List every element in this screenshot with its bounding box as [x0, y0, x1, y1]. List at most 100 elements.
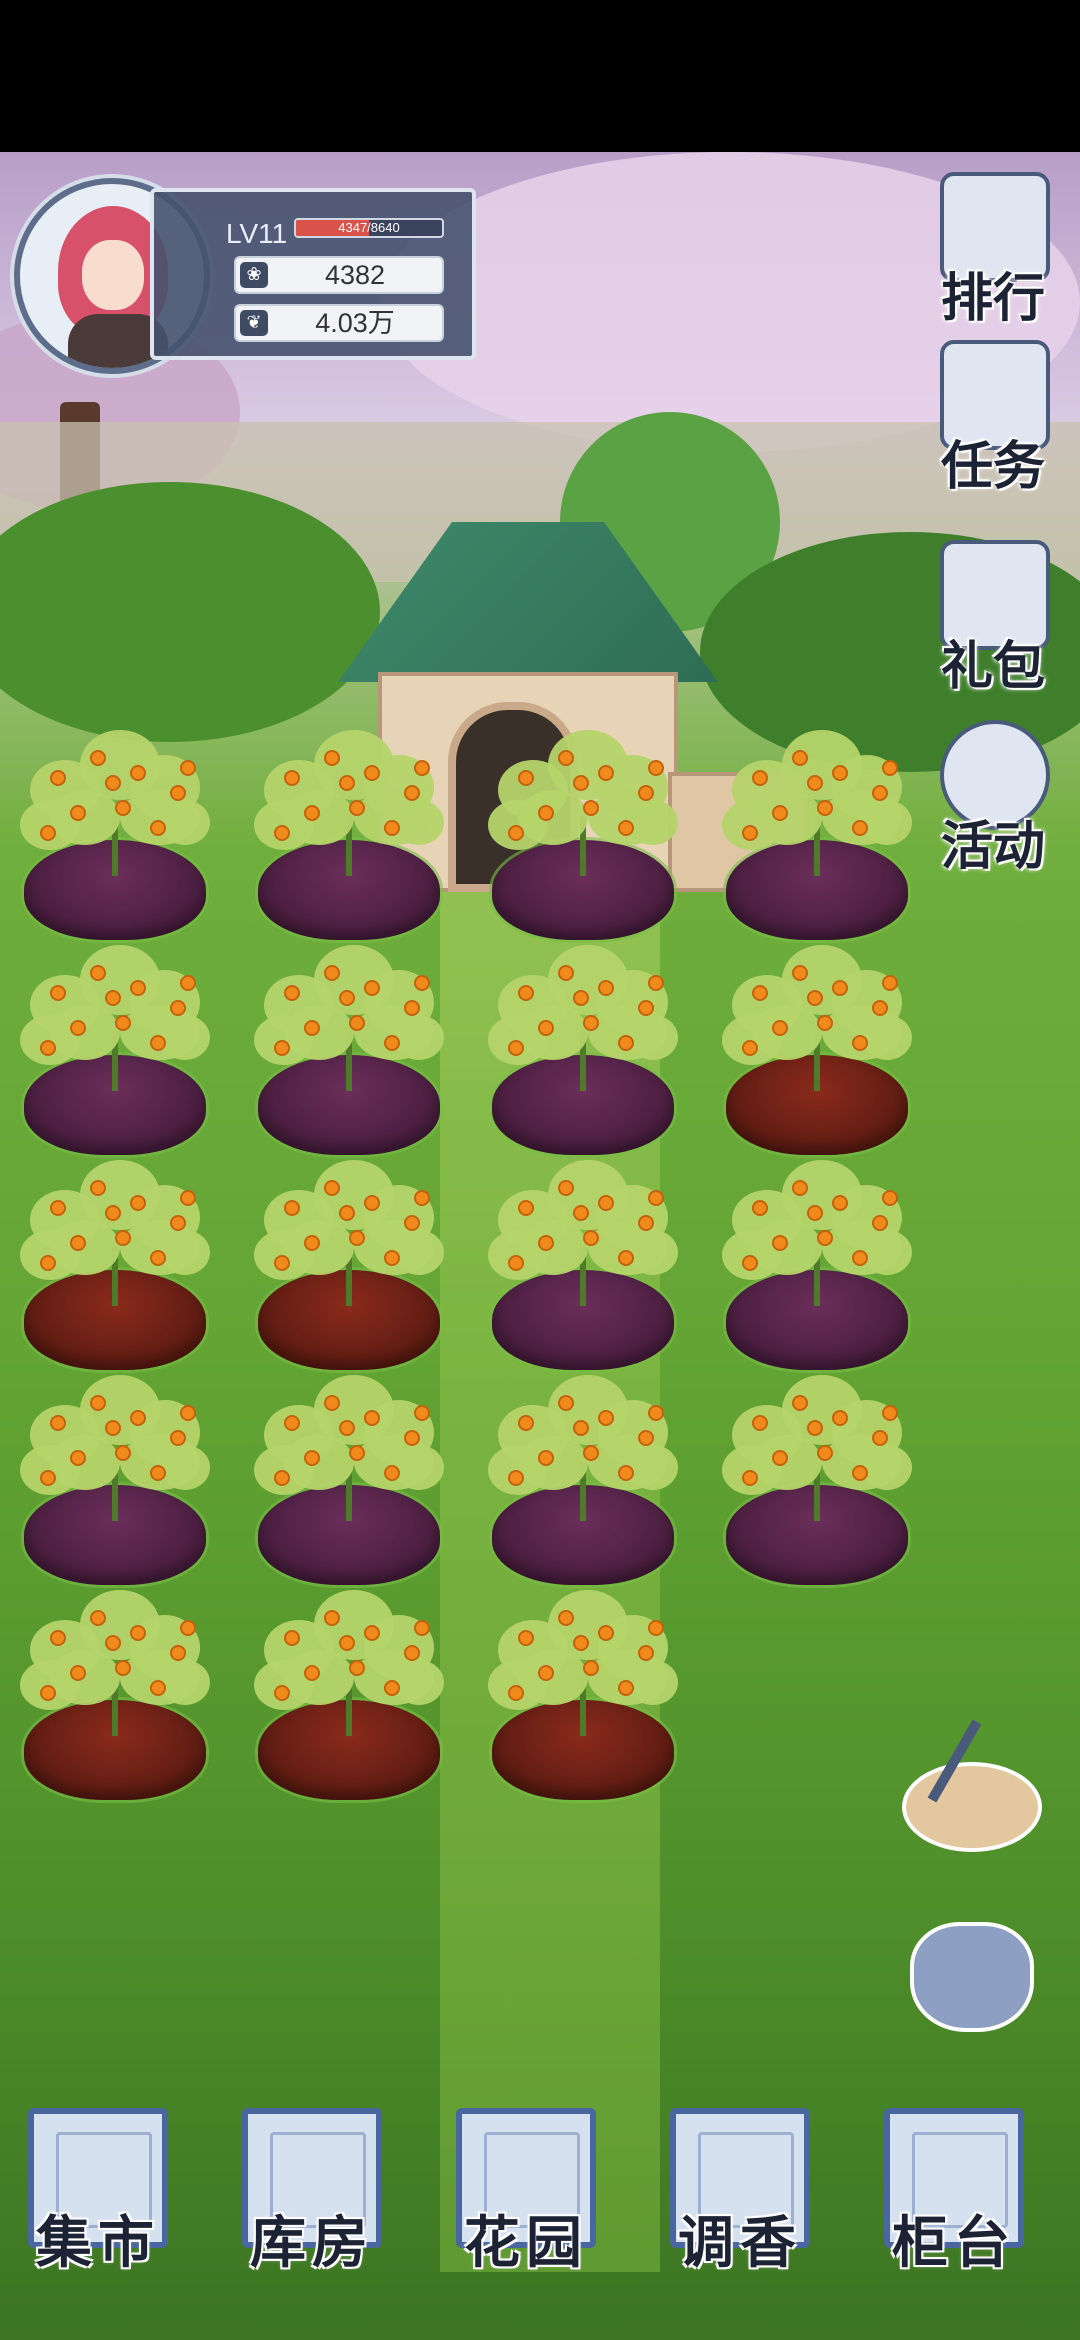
garden-plot[interactable] [254, 1160, 444, 1370]
garden-plot[interactable] [722, 730, 912, 940]
orange-fruit [349, 1230, 365, 1246]
orange-fruit [130, 765, 146, 781]
garden-plot[interactable] [488, 730, 678, 940]
nav-counter[interactable]: 柜台 [874, 2108, 1034, 2278]
leaf-cluster [628, 1015, 678, 1060]
nav-perfume[interactable]: 调香 [660, 2108, 820, 2278]
events-label: 活动 [940, 816, 1045, 877]
orange-fruit [583, 1015, 599, 1031]
orange-fruit [150, 1250, 166, 1266]
orange-fruit [130, 1195, 146, 1211]
orange-fruit [558, 1395, 574, 1411]
garden-plot[interactable] [254, 1375, 444, 1585]
orange-fruit [817, 1015, 833, 1031]
garden-plot[interactable] [20, 1375, 210, 1585]
orange-bush [20, 1160, 210, 1290]
orange-bush [722, 945, 912, 1075]
doghouse-roof [338, 522, 718, 682]
orange-fruit [832, 980, 848, 996]
leaf-cluster [394, 800, 444, 845]
garden-plot[interactable] [20, 730, 210, 940]
orange-fruit [70, 1665, 86, 1681]
orange-fruit [304, 1450, 320, 1466]
orange-fruit [583, 1230, 599, 1246]
xp-bar: 4347/8640 [294, 218, 444, 238]
petal-value: 4382 [324, 260, 386, 290]
garden-plot[interactable] [20, 1590, 210, 1800]
orange-fruit [50, 1630, 66, 1646]
orange-bush [254, 945, 444, 1075]
garden-plot[interactable] [722, 1160, 912, 1370]
orange-fruit [583, 800, 599, 816]
orange-fruit [508, 825, 524, 841]
tasks-button[interactable]: 任务 [918, 340, 1068, 500]
orange-bush [20, 1375, 210, 1505]
orange-fruit [105, 1635, 121, 1651]
nav-warehouse[interactable]: 库房 [232, 2108, 392, 2278]
orange-fruit [742, 1040, 758, 1056]
orange-bush [722, 730, 912, 860]
orange-fruit [573, 990, 589, 1006]
orange-fruit [558, 750, 574, 766]
orange-fruit [284, 770, 300, 786]
orange-fruit [70, 1450, 86, 1466]
garden-plot[interactable] [254, 730, 444, 940]
orange-fruit [404, 1430, 420, 1446]
leaf-cluster [862, 1230, 912, 1275]
garden-plot[interactable] [254, 1590, 444, 1800]
orange-fruit [130, 1410, 146, 1426]
orange-fruit [150, 1035, 166, 1051]
garden-plot[interactable] [488, 1160, 678, 1370]
orange-fruit [324, 1610, 340, 1626]
orange-fruit [638, 1645, 654, 1661]
nav-market[interactable]: 集市 [18, 2108, 178, 2278]
garden-plot[interactable] [488, 1590, 678, 1800]
orange-fruit [50, 985, 66, 1001]
orange-fruit [115, 1660, 131, 1676]
orange-fruit [508, 1255, 524, 1271]
garden-plot[interactable] [722, 1375, 912, 1585]
orange-fruit [792, 965, 808, 981]
orange-fruit [274, 1685, 290, 1701]
orange-fruit [832, 765, 848, 781]
garden-plot[interactable] [722, 945, 912, 1155]
orange-fruit [518, 985, 534, 1001]
orange-fruit [50, 1200, 66, 1216]
orange-fruit [752, 1415, 768, 1431]
orange-bush [488, 730, 678, 860]
orange-fruit [349, 1445, 365, 1461]
orange-fruit [518, 1415, 534, 1431]
orange-fruit [558, 1610, 574, 1626]
garden-plot[interactable] [488, 1375, 678, 1585]
garden-plot[interactable] [488, 945, 678, 1155]
orange-fruit [70, 1020, 86, 1036]
orange-fruit [807, 1420, 823, 1436]
seed-bag-button[interactable] [902, 1902, 1042, 2042]
orange-fruit [105, 1205, 121, 1221]
leaf-cluster [394, 1230, 444, 1275]
orange-fruit [105, 1420, 121, 1436]
orange-fruit [882, 760, 898, 776]
garden-plot[interactable] [20, 945, 210, 1155]
orange-fruit [518, 1200, 534, 1216]
orange-fruit [538, 1020, 554, 1036]
avatar-face [82, 240, 144, 310]
petal-counter: ❀ 4382 [234, 256, 444, 294]
nav-market-label: 集市 [36, 2210, 160, 2276]
events-button[interactable]: 活动 [918, 720, 1068, 880]
orange-fruit [882, 975, 898, 991]
shovel-button[interactable] [902, 1719, 1042, 1862]
orange-fruit [792, 1180, 808, 1196]
orange-fruit [339, 775, 355, 791]
nav-garden[interactable]: 花园 [446, 2108, 606, 2278]
gift-pack-button[interactable]: 礼包 [918, 540, 1068, 700]
ranking-button[interactable]: 排行 [918, 172, 1068, 332]
player-hud[interactable]: LV11 4347/8640 ❀ 4382 ❦ 4.03万 [14, 178, 476, 374]
leaf-cluster [160, 1660, 210, 1705]
garden-plot[interactable] [20, 1160, 210, 1370]
orange-bush [488, 1590, 678, 1720]
orange-fruit [852, 1035, 868, 1051]
orange-fruit [872, 1000, 888, 1016]
orange-fruit [284, 1630, 300, 1646]
garden-plot[interactable] [254, 945, 444, 1155]
